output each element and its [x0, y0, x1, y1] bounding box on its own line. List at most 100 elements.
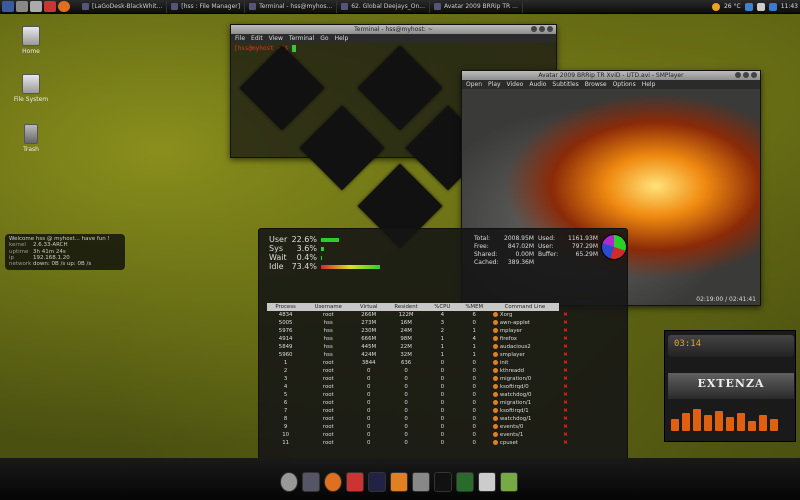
desktop-icon-file-system[interactable]: File System: [6, 74, 56, 103]
menu-item[interactable]: Go: [320, 35, 328, 42]
eq-slider[interactable]: [737, 413, 745, 431]
eq-slider[interactable]: [671, 419, 679, 431]
menu-item[interactable]: Audio: [529, 81, 546, 88]
menu-item[interactable]: Terminal: [289, 35, 314, 42]
clock[interactable]: 11:43: [781, 3, 798, 10]
kill-process-icon[interactable]: ✖: [563, 392, 568, 398]
eq-slider[interactable]: [682, 413, 690, 431]
table-row[interactable]: 4 root 0 0 0 0 ksoftirqd/0 ✖: [267, 383, 572, 391]
kill-process-icon[interactable]: ✖: [563, 408, 568, 414]
kill-process-icon[interactable]: ✖: [563, 328, 568, 334]
system-monitor-dock-icon[interactable]: [456, 472, 474, 492]
maximize-icon[interactable]: [539, 26, 545, 32]
desktop-icon-trash[interactable]: Trash: [6, 124, 56, 153]
vlc-dock-icon[interactable]: [412, 472, 430, 492]
eq-slider[interactable]: [748, 421, 756, 431]
console-dock-icon[interactable]: [434, 472, 452, 492]
menu-item[interactable]: Open: [466, 81, 482, 88]
kill-process-icon[interactable]: ✖: [563, 384, 568, 390]
minimize-icon[interactable]: [531, 26, 537, 32]
terminal-dock-icon[interactable]: [368, 472, 386, 492]
table-row[interactable]: 6 root 0 0 0 0 migration/1 ✖: [267, 399, 572, 407]
firefox-launcher-icon[interactable]: [58, 1, 70, 12]
volume-icon[interactable]: [756, 2, 765, 11]
kill-process-icon[interactable]: ✖: [563, 368, 568, 374]
viewer-dock-icon[interactable]: [478, 472, 496, 492]
kill-process-icon[interactable]: ✖: [563, 416, 568, 422]
eq-slider[interactable]: [726, 417, 734, 431]
column-header[interactable]: Username: [304, 303, 353, 311]
video-titlebar[interactable]: Avatar 2009 BRRip TR XviD - UTD.avi - SM…: [462, 71, 760, 80]
table-row[interactable]: 10 root 0 0 0 0 events/1 ✖: [267, 431, 572, 439]
eq-slider[interactable]: [715, 411, 723, 431]
table-row[interactable]: 8 root 0 0 0 0 watchdog/1 ✖: [267, 415, 572, 423]
mail-launcher-icon[interactable]: [44, 1, 56, 12]
column-header[interactable]: Command Line: [490, 303, 559, 311]
desktop-icon-home[interactable]: Home: [6, 26, 56, 55]
maximize-icon[interactable]: [743, 72, 749, 78]
column-header[interactable]: Process: [267, 303, 305, 311]
terminal-titlebar[interactable]: Terminal - hss@myhost: ~: [231, 25, 556, 34]
menu-item[interactable]: View: [269, 35, 283, 42]
kill-process-icon[interactable]: ✖: [563, 424, 568, 430]
menu-item[interactable]: Options: [613, 81, 636, 88]
taskbar-item[interactable]: Terminal - hss@myhos...: [245, 0, 338, 13]
table-row[interactable]: 5849 hss 445M 22M 1 1 audacious2 ✖: [267, 343, 572, 351]
pidgin-dock-icon[interactable]: [500, 472, 518, 492]
table-row[interactable]: 3 root 0 0 0 0 migration/0 ✖: [267, 375, 572, 383]
menu-launcher-icon[interactable]: [2, 1, 14, 12]
minimize-icon[interactable]: [735, 72, 741, 78]
eq-slider[interactable]: [770, 419, 778, 431]
audacious-dock-icon[interactable]: [390, 472, 408, 492]
close-icon[interactable]: [547, 26, 553, 32]
kill-process-icon[interactable]: ✖: [563, 440, 568, 446]
table-row[interactable]: 5976 hss 230M 24M 2 1 mplayer ✖: [267, 327, 572, 335]
kill-process-icon[interactable]: ✖: [563, 352, 568, 358]
menu-item[interactable]: Video: [507, 81, 524, 88]
kill-process-icon[interactable]: ✖: [563, 336, 568, 342]
kill-process-icon[interactable]: ✖: [563, 344, 568, 350]
taskbar-item[interactable]: Avatar 2009 BRRip TR ...: [430, 0, 523, 13]
table-row[interactable]: 5960 hss 424M 32M 1 1 smplayer ✖: [267, 351, 572, 359]
column-header[interactable]: Resident: [385, 303, 427, 311]
kill-process-icon[interactable]: ✖: [563, 432, 568, 438]
table-row[interactable]: 2 root 0 0 0 0 kthreadd ✖: [267, 367, 572, 375]
battery-icon[interactable]: [768, 2, 777, 11]
menu-item[interactable]: Subtitles: [552, 81, 578, 88]
kill-process-icon[interactable]: ✖: [563, 376, 568, 382]
network-icon[interactable]: [744, 2, 753, 11]
menu-item[interactable]: Browse: [585, 81, 607, 88]
table-row[interactable]: 7 root 0 0 0 0 ksoftirqd/1 ✖: [267, 407, 572, 415]
kill-process-icon[interactable]: ✖: [563, 360, 568, 366]
eq-slider[interactable]: [759, 415, 767, 431]
table-row[interactable]: 5005 hss 273M 16M 3 0 awn-applet ✖: [267, 319, 572, 327]
menu-item[interactable]: Play: [488, 81, 501, 88]
column-header[interactable]: Virtual: [352, 303, 386, 311]
table-row[interactable]: 4914 hss 666M 98M 1 4 firefox ✖: [267, 335, 572, 343]
table-row[interactable]: 1 root 3844 636 0 0 init ✖: [267, 359, 572, 367]
menu-item[interactable]: Edit: [251, 35, 263, 42]
menu-item[interactable]: Help: [335, 35, 349, 42]
file-manager-launcher-icon[interactable]: [16, 1, 28, 12]
file-manager-dock-icon[interactable]: [302, 472, 320, 492]
eq-slider[interactable]: [704, 415, 712, 431]
clock-dock-icon[interactable]: [280, 472, 298, 492]
table-row[interactable]: 5 root 0 0 0 0 watchdog/0 ✖: [267, 391, 572, 399]
table-row[interactable]: 11 root 0 0 0 0 cpuset ✖: [267, 439, 572, 447]
column-header[interactable]: %MEM: [457, 303, 491, 311]
taskbar-item[interactable]: [LaGoDesk-BlackWhit...: [78, 0, 168, 13]
taskbar-item[interactable]: [hss : File Manager]: [167, 0, 246, 13]
menu-item[interactable]: Help: [642, 81, 656, 88]
kill-process-icon[interactable]: ✖: [563, 312, 568, 318]
kill-process-icon[interactable]: ✖: [563, 400, 568, 406]
eq-slider[interactable]: [693, 409, 701, 431]
menu-item[interactable]: File: [235, 35, 245, 42]
kill-process-icon[interactable]: ✖: [563, 320, 568, 326]
firefox-dock-icon[interactable]: [324, 472, 342, 492]
close-icon[interactable]: [751, 72, 757, 78]
audacious-player[interactable]: 03:14 EXTENZA: [664, 330, 796, 442]
media-dock-icon[interactable]: [346, 472, 364, 492]
equalizer[interactable]: [671, 405, 791, 431]
table-row[interactable]: 9 root 0 0 0 0 events/0 ✖: [267, 423, 572, 431]
taskbar-item[interactable]: 62. Global Deejays_On...: [337, 0, 430, 13]
